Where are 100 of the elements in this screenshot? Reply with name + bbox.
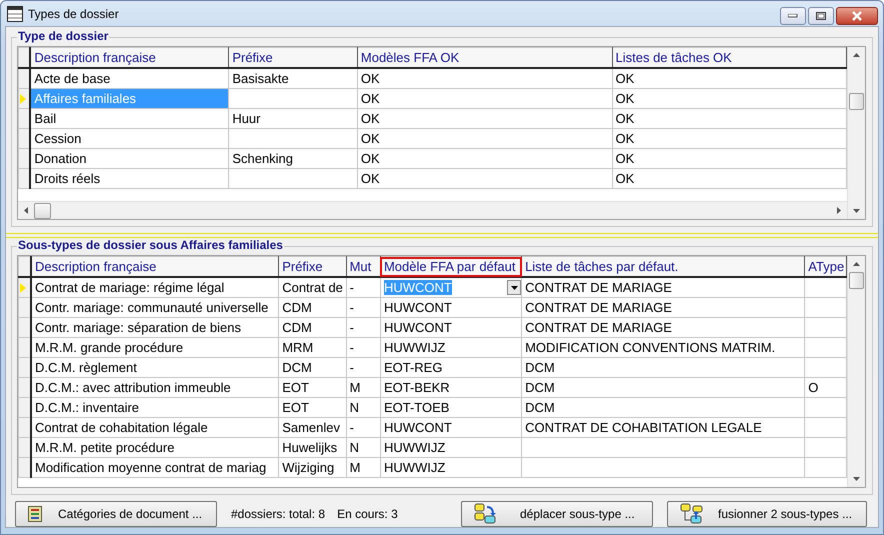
- table-cell: MRM: [278, 338, 346, 358]
- vertical-scrollbar[interactable]: [847, 256, 865, 487]
- categories-button[interactable]: Catégories de document ...: [15, 501, 217, 527]
- window-title: Types de dossier: [28, 6, 120, 20]
- table-cell: OK: [357, 128, 612, 148]
- right-arrow-icon[interactable]: [837, 207, 841, 214]
- row-indicator[interactable]: [18, 398, 31, 418]
- maximize-button[interactable]: [808, 7, 834, 25]
- table-cell: Samenlev: [278, 418, 346, 438]
- column-header[interactable]: Description française: [30, 256, 279, 277]
- scroll-thumb[interactable]: [849, 93, 864, 110]
- table-cell: Contr. mariage: communauté universelle: [30, 298, 279, 318]
- table-cell: OK: [612, 68, 846, 88]
- row-indicator[interactable]: [18, 338, 31, 358]
- table-cell: CONTRAT DE MARIAGE: [522, 318, 805, 338]
- column-header[interactable]: Modèles FFA OK: [357, 48, 612, 68]
- merge-button[interactable]: fusionner 2 sous-types ...: [667, 501, 867, 527]
- table-cell: Donation: [30, 148, 229, 168]
- minimize-button[interactable]: [780, 7, 806, 25]
- row-indicator[interactable]: [18, 358, 31, 378]
- table-cell: OK: [357, 88, 612, 108]
- table-cell: DCM: [278, 358, 346, 378]
- row-indicator[interactable]: [18, 418, 31, 438]
- dossier-total: #dossiers: total: 8: [231, 507, 326, 521]
- table-cell: Contrat de cohabitation légale: [30, 418, 279, 438]
- table-cell: N: [346, 398, 380, 418]
- scroll-thumb[interactable]: [34, 202, 51, 218]
- table-cell: OK: [357, 68, 612, 88]
- table-cell: OK: [357, 108, 612, 128]
- group-title: Sous-types de dossier sous Affaires familiales: [17, 238, 284, 252]
- table-cell: EOT: [278, 378, 346, 398]
- table-cell: -: [346, 418, 380, 438]
- table-cell: HUWWIJZ: [380, 338, 522, 358]
- table-cell: DCM: [522, 398, 805, 418]
- table-cell: Contrat de: [278, 277, 346, 298]
- table-cell: CONTRAT DE MARIAGE: [522, 277, 805, 298]
- table-cell: OK: [612, 108, 846, 128]
- column-header[interactable]: Liste de tâches par défaut.: [522, 256, 805, 277]
- table-cell: -: [346, 298, 380, 318]
- column-header[interactable]: Description française: [30, 48, 229, 68]
- table-cell: Bail: [30, 108, 229, 128]
- table-cell: Cession: [30, 128, 229, 148]
- table-cell: EOT-REG: [380, 358, 522, 378]
- nodes-merge-icon: [680, 503, 704, 525]
- table-cell: D.C.M.: avec attribution immeuble: [30, 378, 279, 398]
- vertical-scrollbar[interactable]: [847, 47, 865, 219]
- table-cell: DCM: [522, 378, 805, 398]
- table-cell: CDM: [278, 318, 346, 338]
- row-indicator[interactable]: [18, 88, 30, 108]
- table-cell: -: [346, 277, 380, 298]
- up-arrow-icon[interactable]: [853, 262, 860, 266]
- table-cell: D.C.M.: inventaire: [30, 398, 279, 418]
- column-header[interactable]: Préfixe: [228, 48, 358, 68]
- table-cell: OK: [357, 148, 612, 168]
- up-arrow-icon[interactable]: [853, 53, 860, 57]
- minimize-icon: [788, 14, 798, 18]
- table-cell: M: [346, 458, 380, 478]
- row-indicator[interactable]: [18, 318, 31, 338]
- table-cell: N: [346, 438, 380, 458]
- table-cell: OK: [357, 168, 612, 188]
- table-cell: CONTRAT DE MARIAGE: [522, 298, 805, 318]
- column-header[interactable]: Modèle FFA par défaut: [380, 256, 522, 277]
- column-header[interactable]: AType: [804, 256, 846, 277]
- table-cell: OK: [612, 148, 846, 168]
- down-arrow-icon[interactable]: [853, 209, 860, 213]
- down-arrow-icon[interactable]: [853, 477, 860, 481]
- horizontal-scrollbar[interactable]: [18, 201, 847, 219]
- row-indicator[interactable]: [18, 298, 31, 318]
- grid-corner: [18, 256, 31, 277]
- table-cell: HUWWIJZ: [380, 458, 522, 478]
- table-cell: Affaires familiales: [30, 88, 229, 108]
- table-cell: Basisakte: [228, 68, 358, 88]
- row-indicator[interactable]: [18, 148, 30, 168]
- table-cell: HUWCONT: [380, 318, 522, 338]
- row-indicator[interactable]: [18, 68, 30, 88]
- column-header[interactable]: Mut: [346, 256, 380, 277]
- row-indicator[interactable]: [18, 438, 31, 458]
- column-header[interactable]: Listes de tâches OK: [612, 48, 846, 68]
- table-cell: D.C.M. règlement: [30, 358, 279, 378]
- row-indicator[interactable]: [18, 458, 31, 478]
- close-button[interactable]: [836, 7, 878, 25]
- in-progress-count: En cours: 3: [337, 507, 398, 521]
- move-button[interactable]: déplacer sous-type ...: [461, 501, 653, 527]
- table-cell: Contr. mariage: séparation de biens: [30, 318, 279, 338]
- table-cell: M.R.M. grande procédure: [30, 338, 279, 358]
- scroll-thumb[interactable]: [849, 272, 864, 289]
- row-indicator[interactable]: [18, 108, 30, 128]
- table-cell: EOT: [278, 398, 346, 418]
- row-indicator[interactable]: [18, 168, 30, 188]
- table-cell: -: [346, 318, 380, 338]
- column-header[interactable]: Préfixe: [278, 256, 346, 277]
- maximize-icon: [816, 12, 826, 20]
- table-cell: Huwelijks: [278, 438, 346, 458]
- row-indicator[interactable]: [18, 128, 30, 148]
- row-indicator[interactable]: [18, 277, 31, 298]
- left-arrow-icon[interactable]: [24, 207, 28, 214]
- group-title: Type de dossier: [17, 29, 110, 43]
- table-cell: OK: [612, 88, 846, 108]
- table-cell: Contrat de mariage: régime légal: [30, 277, 279, 298]
- row-indicator[interactable]: [18, 378, 31, 398]
